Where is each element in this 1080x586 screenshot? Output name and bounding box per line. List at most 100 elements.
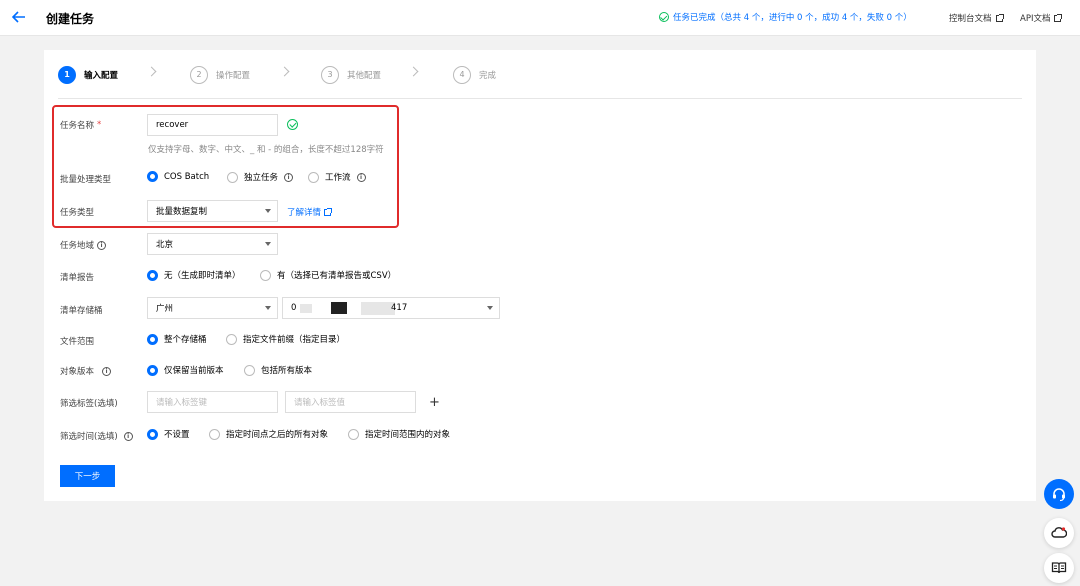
step-number: 3 <box>321 66 339 84</box>
radio-time-range[interactable]: 指定时间范围内的对象 <box>348 428 450 440</box>
label-text: 任务地域 <box>60 241 95 251</box>
radio-label: 独立任务 <box>244 173 279 183</box>
info-icon[interactable]: i <box>284 172 294 182</box>
api-doc-link[interactable]: API文档 <box>1020 12 1063 24</box>
radio-whole-bucket[interactable]: 整个存储桶 <box>147 333 207 345</box>
learn-more-link[interactable]: 了解详情 <box>287 206 333 218</box>
region-label: 任务地域 i <box>60 239 107 251</box>
tag-key-input[interactable]: 请输入标签键 <box>147 391 278 413</box>
task-name-label: 任务名称 * <box>60 119 101 131</box>
external-link-icon <box>324 207 333 216</box>
step-complete[interactable]: 4 完成 <box>453 66 496 84</box>
step-operation-config[interactable]: 2 操作配置 <box>190 66 250 84</box>
label-text: 筛选时间(选填) <box>60 432 118 442</box>
link-label: 了解详情 <box>287 208 322 218</box>
label-text: 任务名称 <box>60 121 95 131</box>
caret-down-icon <box>265 306 271 310</box>
radio-label: 工作流 <box>325 173 351 183</box>
manifest-bucket-label: 清单存储桶 <box>60 306 103 316</box>
radio-label: 仅保留当前版本 <box>164 366 224 376</box>
radio-dot <box>260 269 271 281</box>
top-bar: 创建任务 任务已完成（总共 4 个，进行中 0 个，成功 4 个，失败 0 个）… <box>0 0 1080 36</box>
external-link-icon <box>995 13 1004 22</box>
caret-down-icon <box>265 209 271 213</box>
bucket-select[interactable]: 0 417 <box>282 297 500 319</box>
region-select[interactable]: 北京 <box>147 233 278 255</box>
label-text: 对象版本 <box>60 367 95 377</box>
filter-time-label: 筛选时间(选填) i <box>60 430 133 442</box>
radio-after-time[interactable]: 指定时间点之后的所有对象 <box>209 428 328 440</box>
radio-existing-manifest[interactable]: 有（选择已有清单报告或CSV） <box>260 269 396 281</box>
radio-cos-batch[interactable]: COS Batch <box>147 171 209 182</box>
radio-label: 有（选择已有清单报告或CSV） <box>277 271 397 281</box>
cloud-icon <box>1051 527 1067 538</box>
redaction-mask <box>331 302 347 314</box>
bucket-region-select[interactable]: 广州 <box>147 297 278 319</box>
docs-book-button[interactable] <box>1044 553 1074 583</box>
radio-dot <box>147 171 158 182</box>
step-label: 其他配置 <box>347 71 382 81</box>
radio-no-manifest[interactable]: 无（生成即时清单） <box>147 269 241 281</box>
object-version-label: 对象版本 i <box>60 365 112 377</box>
file-scope-label: 文件范围 <box>60 337 95 347</box>
redaction-mask <box>300 304 312 313</box>
radio-dot <box>348 428 359 440</box>
radio-label: 包括所有版本 <box>261 366 313 376</box>
step-label: 完成 <box>479 71 497 81</box>
task-type-label: 任务类型 <box>60 208 95 218</box>
radio-dot <box>226 333 237 345</box>
radio-dot <box>147 333 158 345</box>
radio-no-time-filter[interactable]: 不设置 <box>147 428 190 440</box>
steps-divider <box>58 98 1022 99</box>
caret-down-icon <box>265 242 271 246</box>
required-mark: * <box>97 120 102 130</box>
info-icon[interactable]: i <box>102 366 112 376</box>
success-check-icon <box>659 12 669 22</box>
radio-label: 指定文件前缀（指定目录） <box>243 335 346 345</box>
task-type-select[interactable]: 批量数据复制 <box>147 200 278 222</box>
add-tag-button[interactable]: + <box>429 395 440 410</box>
radio-standalone-task[interactable]: 独立任务 i <box>227 171 294 183</box>
radio-file-prefix[interactable]: 指定文件前缀（指定目录） <box>226 333 345 345</box>
task-name-input[interactable]: recover <box>147 114 278 136</box>
next-step-button[interactable]: 下一步 <box>60 465 115 487</box>
step-input-config[interactable]: 1 输入配置 <box>58 66 118 84</box>
radio-current-version[interactable]: 仅保留当前版本 <box>147 364 224 376</box>
cloud-button[interactable] <box>1044 518 1074 548</box>
task-status-text: 任务已完成（总共 4 个，进行中 0 个，成功 4 个，失败 0 个） <box>673 13 912 23</box>
step-number: 1 <box>58 66 76 84</box>
radio-label: COS Batch <box>164 171 210 182</box>
console-doc-label: 控制台文档 <box>949 14 992 24</box>
radio-label: 整个存储桶 <box>164 335 207 345</box>
info-icon[interactable]: i <box>356 172 366 182</box>
radio-dot <box>147 269 158 281</box>
back-arrow-icon[interactable] <box>10 9 28 27</box>
bucket-prefix: 0 <box>291 303 297 313</box>
task-name-hint: 仅支持字母、数字、中文、_ 和 - 的组合，长度不超过128字符 <box>148 145 384 155</box>
filter-tags-label: 筛选标签(选填) <box>60 399 118 409</box>
info-icon[interactable]: i <box>123 431 133 441</box>
info-icon[interactable]: i <box>97 240 107 250</box>
radio-workflow[interactable]: 工作流 i <box>308 171 366 183</box>
headset-icon <box>1053 488 1065 502</box>
support-headset-button[interactable] <box>1044 479 1074 509</box>
console-doc-link[interactable]: 控制台文档 <box>949 12 1004 24</box>
book-icon <box>1051 562 1067 574</box>
radio-all-versions[interactable]: 包括所有版本 <box>244 364 312 376</box>
radio-dot <box>244 364 255 376</box>
radio-dot <box>308 171 319 183</box>
task-status[interactable]: 任务已完成（总共 4 个，进行中 0 个，成功 4 个，失败 0 个） <box>659 11 912 23</box>
batch-type-label: 批量处理类型 <box>60 175 112 185</box>
step-other-config[interactable]: 3 其他配置 <box>321 66 381 84</box>
radio-label: 不设置 <box>164 430 190 440</box>
radio-dot <box>147 364 158 376</box>
redaction-mask <box>361 302 395 315</box>
tag-value-input[interactable]: 请输入标签值 <box>285 391 416 413</box>
page-title: 创建任务 <box>46 12 95 26</box>
step-label: 操作配置 <box>216 71 251 81</box>
step-number: 2 <box>190 66 208 84</box>
select-value: 批量数据复制 <box>156 207 208 217</box>
caret-down-icon <box>487 306 493 310</box>
valid-check-icon <box>287 119 298 130</box>
api-doc-label: API文档 <box>1020 14 1051 24</box>
